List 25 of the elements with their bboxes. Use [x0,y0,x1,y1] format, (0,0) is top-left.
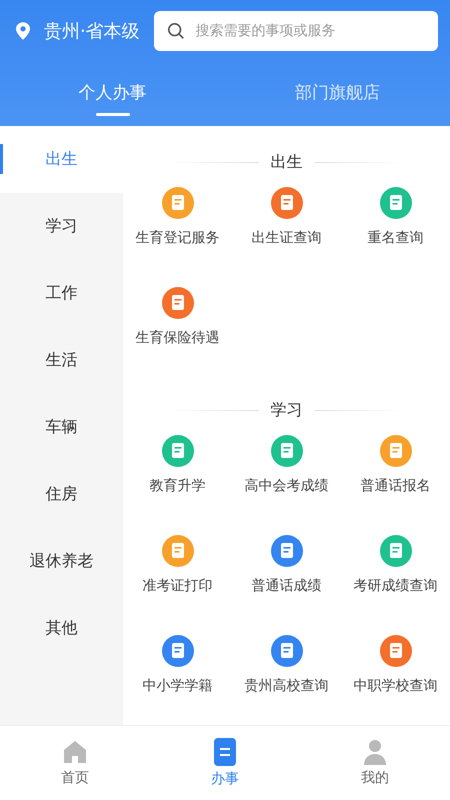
house-icon [62,739,88,765]
nav-tab[interactable]: 我的 [300,726,450,800]
service-item[interactable]: 生育保险待遇 [123,274,232,374]
nav-tab[interactable]: 办事 [150,726,300,800]
search-icon [166,22,185,40]
section-title: 学习 [270,400,302,420]
nav-tab[interactable]: 首页 [0,726,150,800]
service-item[interactable]: 出生证查询 [232,174,341,274]
category-item[interactable]: 出生 [0,126,123,193]
service-item[interactable]: 教育升学 [123,422,232,522]
service-item[interactable]: 普通话报名 [341,422,450,522]
person-icon [363,739,387,765]
service-item[interactable]: 考研成绩查询 [341,522,450,622]
service-item[interactable]: 重名查询 [341,174,450,274]
service-item[interactable]: 中小学学籍 [123,622,232,722]
search-field[interactable]: 搜索需要的事项或服务 [154,11,438,51]
document-icon [214,738,236,766]
service-item[interactable]: 贵州高校查询 [232,622,341,722]
service-item[interactable]: 高中会考成绩 [232,422,341,522]
service-item[interactable]: 生育登记服务 [123,174,232,274]
location-pin-icon [16,22,30,40]
section-title: 出生 [270,152,302,172]
service-item[interactable]: 中职学校查询 [341,622,450,722]
service-item[interactable]: 普通话成绩 [232,522,341,622]
service-item[interactable]: 准考证打印 [123,522,232,622]
